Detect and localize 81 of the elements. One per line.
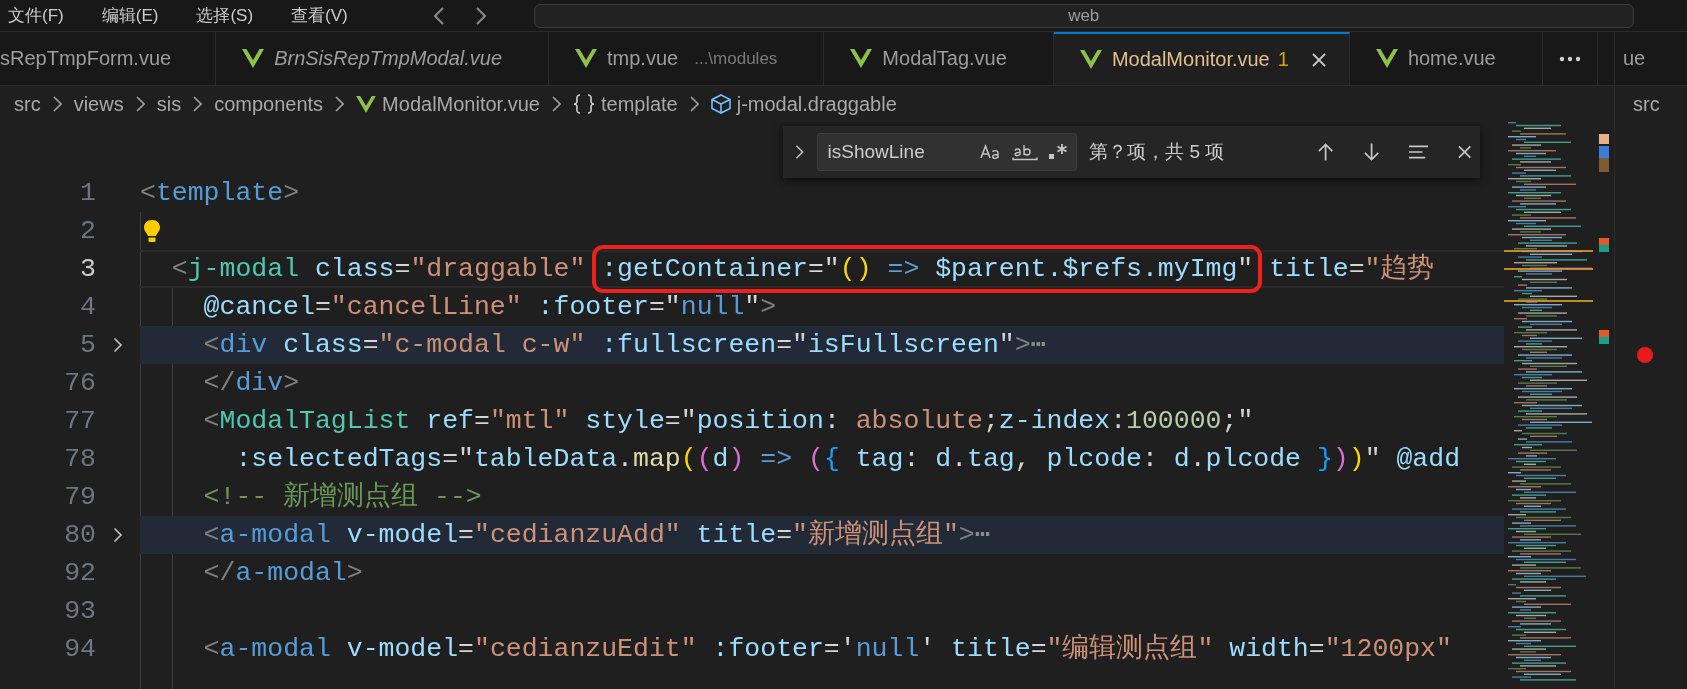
- fold-chevron-icon[interactable]: [113, 527, 123, 543]
- breadcrumb-item[interactable]: sis: [156, 92, 182, 116]
- breadcrumb-item[interactable]: ModalMonitor.vue: [356, 92, 540, 116]
- chevron-icon: [335, 96, 345, 112]
- code-line: :selectedTags="tableData.map((d) => ({ tag: d.tag, plcode: d.plcode }))" @add: [234, 443, 1461, 476]
- line-number: 2: [79, 216, 96, 246]
- whole-word-icon[interactable]: [1012, 143, 1039, 161]
- line-number: 4: [79, 292, 96, 322]
- fold-chevron-icon[interactable]: [113, 337, 123, 353]
- line-number: 92: [63, 558, 96, 588]
- regex-icon[interactable]: [1048, 143, 1069, 161]
- line-number: 79: [63, 482, 96, 512]
- match-count: 第？项，共 5 项: [1089, 140, 1226, 164]
- line-number: 94: [63, 634, 96, 664]
- menu-item[interactable]: 文件(F): [8, 4, 64, 27]
- arrow-down-icon[interactable]: [1362, 142, 1380, 162]
- editor-tab[interactable]: tmp.vue ...\modules: [549, 32, 825, 85]
- breadcrumb-item[interactable]: template: [573, 92, 678, 116]
- lightbulb-icon[interactable]: [143, 219, 161, 243]
- code-line: <ModalTagList ref="mtl" style="position: absolute;z-index:100000;": [202, 405, 1254, 438]
- code-line: </div>: [202, 367, 300, 400]
- close-icon[interactable]: [1456, 144, 1472, 160]
- line-number: 76: [63, 368, 96, 398]
- expand-chevron-icon[interactable]: [795, 144, 805, 160]
- tab-label: ModalMonitor.vue: [1111, 48, 1270, 71]
- chevron-icon: [552, 96, 561, 112]
- editor-tab[interactable]: ModalTag.vue: [824, 32, 1054, 85]
- code-line: </a-modal>: [202, 557, 363, 590]
- chevron-icon: [689, 96, 699, 112]
- code-line: <!-- 新增测点组 -->: [202, 480, 482, 514]
- editor-tab[interactable]: home.vue: [1349, 32, 1543, 85]
- code-line: <a-modal v-model="cedianzuAdd" title="新增测点组">⋯: [202, 518, 991, 552]
- breadcrumb-item[interactable]: views: [73, 92, 124, 116]
- tab-label: home.vue: [1407, 47, 1496, 70]
- menu-item[interactable]: 查看(V): [291, 4, 348, 27]
- menu-item[interactable]: 选择(S): [196, 4, 254, 27]
- line-number: 5: [79, 330, 96, 360]
- more-icon: [1558, 55, 1581, 62]
- line-number: 3: [79, 254, 96, 284]
- breadcrumb-item[interactable]: src: [1633, 92, 1660, 116]
- editor-tab[interactable]: BrnSisRepTmpModal.vue: [216, 32, 550, 85]
- arrow-up-icon[interactable]: [1317, 142, 1335, 162]
- cube-icon: [710, 94, 731, 114]
- chevron-icon: [193, 96, 203, 112]
- code-line: <j-modal class="draggable" :getContainer="() => $parent.$refs.myImg" title="趋势: [140, 245, 1435, 293]
- code-line: @cancel="cancelLine" :footer="null">: [202, 291, 777, 324]
- command-center[interactable]: web: [533, 3, 1634, 28]
- code-line: <template>: [140, 177, 300, 210]
- chevron-icon: [135, 96, 145, 112]
- record-dot: [1637, 347, 1653, 363]
- code-line: <div class="c-modal c-w" :fullscreen="isFullscreen">⋯: [202, 329, 1047, 362]
- vue-file-icon: [1375, 49, 1398, 68]
- chevron-icon: [52, 96, 62, 112]
- tab-description: ...\modules: [694, 48, 778, 69]
- line-number: 1: [79, 178, 96, 208]
- breadcrumb-item[interactable]: src: [14, 92, 41, 116]
- tab-label: ModalTag.vue: [882, 47, 1007, 70]
- line-number: 77: [63, 406, 96, 436]
- vue-file-icon: [356, 95, 377, 113]
- tab-label: sRepTmpForm.vue: [0, 47, 172, 70]
- vue-file-icon: [850, 49, 873, 68]
- braces-icon: [573, 94, 595, 114]
- editor-tab[interactable]: ModalMonitor.vue 1: [1053, 32, 1350, 85]
- tab-label: BrnSisRepTmpModal.vue: [274, 47, 503, 70]
- line-number: 78: [63, 444, 96, 474]
- tab-label: tmp.vue: [607, 47, 679, 70]
- line-number: 80: [63, 520, 96, 550]
- problem-count: 1: [1277, 48, 1289, 71]
- find-in-selection-icon[interactable]: [1407, 144, 1429, 160]
- breadcrumb-item[interactable]: components: [214, 92, 324, 116]
- breadcrumb-item[interactable]: j-modal.draggable: [710, 92, 897, 116]
- editor-tab[interactable]: sRepTmpForm.vue: [0, 32, 217, 85]
- vue-file-icon: [1079, 50, 1102, 69]
- editor-tab[interactable]: ue: [1623, 47, 1646, 70]
- vue-file-icon: [242, 49, 265, 68]
- find-input-field[interactable]: isShowLine: [816, 133, 1078, 171]
- code-line: <a-modal v-model="cedianzuEdit" :footer='null' title="编辑测点组" width="1200px": [202, 632, 1452, 666]
- vue-file-icon: [575, 49, 598, 68]
- line-number: 93: [63, 596, 96, 626]
- close-icon[interactable]: [1310, 51, 1327, 68]
- menu-item[interactable]: 编辑(E): [101, 4, 159, 27]
